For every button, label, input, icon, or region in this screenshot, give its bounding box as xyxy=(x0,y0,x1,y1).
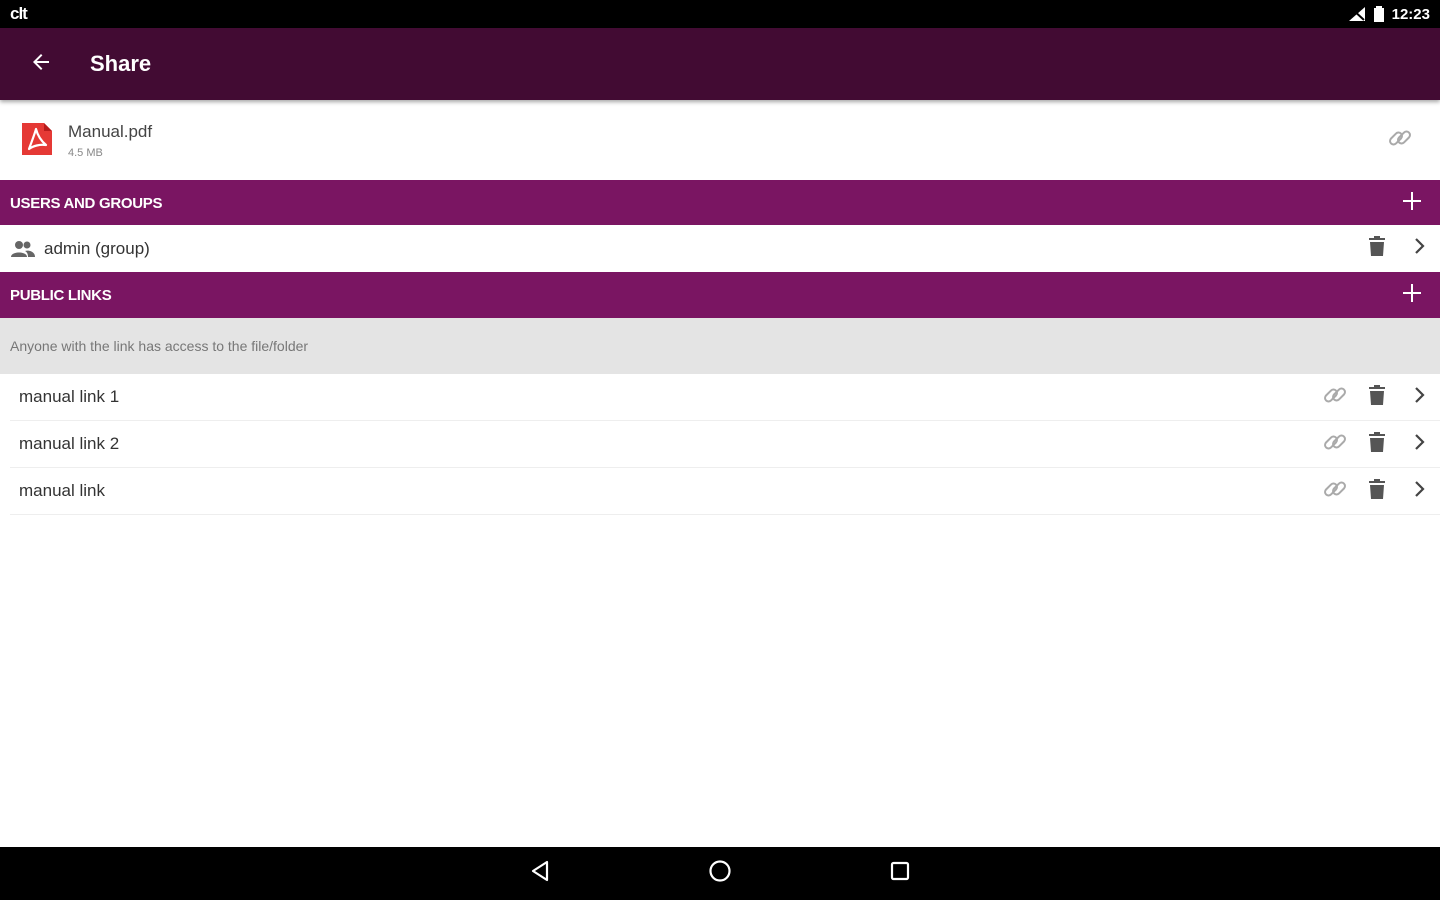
plus-icon xyxy=(1402,191,1422,216)
link-icon xyxy=(1322,382,1348,413)
signal-icon xyxy=(1348,6,1366,22)
users-groups-header: USERS AND GROUPS xyxy=(0,180,1440,226)
delete-link-button[interactable] xyxy=(1356,376,1398,418)
list-item[interactable]: manual link 1 xyxy=(10,374,1440,421)
status-app-label: clt xyxy=(10,4,28,23)
plus-icon xyxy=(1402,283,1422,308)
add-link-button[interactable] xyxy=(1398,281,1426,309)
group-icon xyxy=(10,236,36,262)
file-size: 4.5 MB xyxy=(68,146,103,159)
chevron-right-icon xyxy=(1413,480,1425,502)
user-row[interactable]: admin (group) xyxy=(0,225,1440,272)
trash-icon xyxy=(1369,384,1385,410)
file-info: Manual.pdf 4.5 MB xyxy=(68,122,152,159)
list-item[interactable]: manual link 2 xyxy=(10,421,1440,468)
file-link-button[interactable] xyxy=(1384,124,1416,156)
page-title: Share xyxy=(90,51,152,76)
link-row-actions xyxy=(1314,374,1440,420)
link-icon xyxy=(1322,476,1348,507)
add-user-button[interactable] xyxy=(1398,189,1426,217)
circle-home-icon xyxy=(708,859,732,888)
list-item[interactable]: manual link xyxy=(10,468,1440,515)
copy-link-button[interactable] xyxy=(1314,376,1356,418)
chevron-right-icon xyxy=(1413,433,1425,455)
users-groups-title: USERS AND GROUPS xyxy=(10,194,163,212)
delete-link-button[interactable] xyxy=(1356,423,1398,465)
link-label: manual link 2 xyxy=(19,434,120,453)
link-details-button[interactable] xyxy=(1398,470,1440,512)
delete-user-button[interactable] xyxy=(1356,228,1398,270)
link-icon xyxy=(1322,429,1348,460)
nav-recents-button[interactable] xyxy=(880,854,920,894)
navigation-bar xyxy=(0,847,1440,900)
user-label: admin (group) xyxy=(44,238,150,258)
back-button[interactable] xyxy=(0,28,82,100)
link-row-actions xyxy=(1314,468,1440,514)
arrow-left-icon xyxy=(29,50,53,79)
user-row-actions xyxy=(1356,225,1440,272)
nav-back-button[interactable] xyxy=(520,854,560,894)
nav-home-button[interactable] xyxy=(700,854,740,894)
link-row-actions xyxy=(1314,421,1440,467)
delete-link-button[interactable] xyxy=(1356,470,1398,512)
file-name: Manual.pdf xyxy=(68,121,153,141)
public-links-header: PUBLIC LINKS xyxy=(0,272,1440,318)
trash-icon xyxy=(1369,431,1385,457)
link-details-button[interactable] xyxy=(1398,376,1440,418)
copy-link-button[interactable] xyxy=(1314,423,1356,465)
status-time: 12:23 xyxy=(1391,5,1430,23)
status-indicators: 12:23 xyxy=(1348,6,1430,23)
link-label: manual link xyxy=(19,481,105,500)
pdf-icon xyxy=(20,121,58,159)
copy-link-button[interactable] xyxy=(1314,470,1356,512)
trash-icon xyxy=(1369,478,1385,504)
square-recents-icon xyxy=(889,860,911,887)
trash-icon xyxy=(1369,236,1385,261)
file-row: Manual.pdf 4.5 MB xyxy=(0,100,1440,180)
battery-icon xyxy=(1373,6,1384,22)
link-icon xyxy=(1387,125,1413,156)
status-bar: clt 12:23 xyxy=(0,0,1440,28)
chevron-right-icon xyxy=(1413,386,1425,408)
public-links-title: PUBLIC LINKS xyxy=(10,286,112,304)
triangle-back-icon xyxy=(529,860,551,887)
link-label: manual link 1 xyxy=(19,387,120,406)
public-link-list: manual link 1 manual link 2 manual link xyxy=(10,374,1440,515)
link-details-button[interactable] xyxy=(1398,423,1440,465)
user-details-button[interactable] xyxy=(1398,228,1440,270)
app-bar: Share xyxy=(0,28,1440,100)
chevron-right-icon xyxy=(1413,238,1425,259)
public-links-info: Anyone with the link has access to the f… xyxy=(0,318,1440,374)
